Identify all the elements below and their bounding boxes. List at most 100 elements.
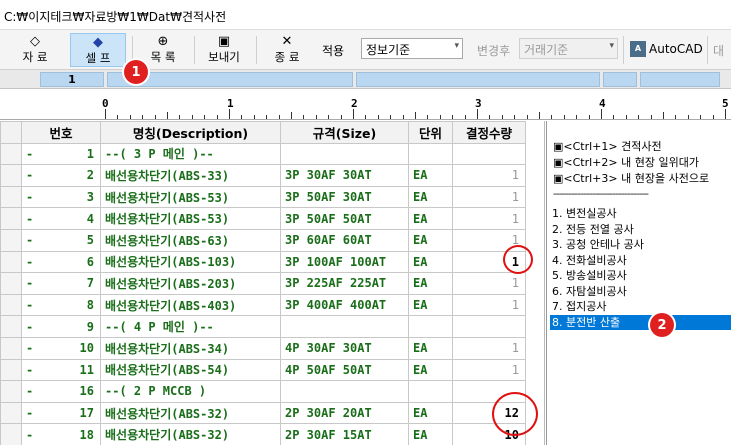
cell-description[interactable]: 배선용차단기(ABS-32) — [100, 401, 281, 425]
cell-quantity[interactable]: 1 — [452, 185, 526, 209]
cell-size[interactable]: 3P 60AF 60AT — [280, 228, 409, 252]
row-selector[interactable] — [0, 207, 22, 230]
table-row[interactable]: -2 배선용차단기(ABS-33) 3P 30AF 30AT EA 1 — [0, 164, 526, 187]
row-selector[interactable] — [0, 423, 22, 445]
apply-select[interactable]: 정보기준 ▾ — [361, 38, 463, 59]
ctrl1-option[interactable]: ▣<Ctrl+1> 견적사전 — [553, 139, 662, 154]
table-row[interactable]: -7 배선용차단기(ABS-203) 3P 225AF 225AT EA 1 — [0, 272, 526, 295]
cell-description[interactable]: 배선용차단기(ABS-32) — [100, 423, 281, 445]
row-marker[interactable]: - 10 — [21, 336, 101, 360]
cell-size[interactable]: 2P 30AF 15AT — [280, 423, 409, 445]
cell-unit[interactable]: EA — [408, 401, 453, 425]
cell-unit[interactable]: EA — [408, 272, 453, 295]
col-header-unit[interactable]: 단위 — [408, 121, 453, 144]
table-row[interactable]: -4 배선용차단기(ABS-53) 3P 50AF 50AT EA 1 — [0, 207, 526, 230]
cell-unit[interactable]: EA — [408, 293, 453, 317]
cell-unit[interactable]: EA — [408, 336, 453, 360]
cell-quantity[interactable]: 1 — [452, 358, 526, 382]
cell-quantity[interactable]: 1 — [452, 164, 526, 187]
cell-size[interactable] — [280, 142, 409, 166]
cell-unit[interactable]: EA — [408, 250, 453, 274]
cell-unit[interactable]: EA — [408, 164, 453, 187]
exit-button[interactable]: ✕ 종 료 — [262, 33, 312, 67]
cell-quantity[interactable]: 1 — [452, 293, 526, 317]
row-marker[interactable]: - 11 — [21, 358, 101, 382]
row-selector[interactable] — [0, 380, 22, 403]
autocad-button[interactable]: A AutoCAD — [630, 38, 703, 59]
row-selector[interactable] — [0, 250, 22, 274]
cell-quantity[interactable] — [452, 315, 526, 338]
ctrl2-option[interactable]: ▣<Ctrl+2> 내 현장 일위대가 — [553, 155, 699, 170]
row-marker[interactable]: -7 — [21, 272, 101, 295]
cell-quantity[interactable]: 1 — [452, 272, 526, 295]
cell-description[interactable]: --( 2 P MCCB ) — [100, 380, 281, 403]
table-row[interactable]: -3 배선용차단기(ABS-53) 3P 50AF 30AT EA 1 — [0, 185, 526, 209]
row-selector[interactable] — [0, 228, 22, 252]
category-list-item[interactable]: 7. 접지공사 — [550, 299, 731, 315]
list-button[interactable]: ⊕ 목 록 — [136, 33, 190, 67]
cell-size[interactable] — [280, 380, 409, 403]
cell-size[interactable]: 3P 100AF 100AT — [280, 250, 409, 274]
cell-unit[interactable] — [408, 380, 453, 403]
table-row[interactable]: -1 --( 3 P 메인 )-- — [0, 142, 526, 166]
row-marker[interactable]: -2 — [21, 164, 101, 187]
col-header-quantity[interactable]: 결정수량 — [452, 121, 526, 144]
cell-quantity[interactable] — [452, 142, 526, 166]
row-marker[interactable]: -3 — [21, 185, 101, 209]
category-list-item[interactable]: 8. 분전반 산출 — [550, 314, 731, 330]
cell-size[interactable]: 4P 30AF 30AT — [280, 336, 409, 360]
cell-size[interactable]: 3P 50AF 30AT — [280, 185, 409, 209]
table-row[interactable]: - 10 배선용차단기(ABS-34) 4P 30AF 30AT EA 1 — [0, 336, 526, 360]
category-list-item[interactable]: 4. 전화설비공사 — [550, 253, 731, 269]
band-cell[interactable] — [640, 72, 720, 87]
cell-quantity[interactable]: 1 — [452, 336, 526, 360]
col-header-number[interactable]: 번호 — [21, 121, 101, 144]
row-marker[interactable]: - 16 — [21, 380, 101, 403]
row-selector[interactable] — [0, 142, 22, 166]
cell-size[interactable]: 3P 400AF 400AT — [280, 293, 409, 317]
row-selector[interactable] — [0, 293, 22, 317]
row-marker[interactable]: -9 — [21, 315, 101, 338]
cell-size[interactable]: 2P 30AF 20AT — [280, 401, 409, 425]
cell-unit[interactable] — [408, 315, 453, 338]
cell-description[interactable]: 배선용차단기(ABS-33) — [100, 164, 281, 187]
cell-description[interactable]: 배선용차단기(ABS-34) — [100, 336, 281, 360]
table-row[interactable]: - 16 --( 2 P MCCB ) — [0, 380, 526, 403]
category-list-item[interactable]: 6. 자탐설비공사 — [550, 284, 731, 300]
cell-description[interactable]: 배선용차단기(ABS-63) — [100, 228, 281, 252]
cell-button[interactable]: ◆ 셀 프 — [70, 33, 126, 67]
band-cell[interactable] — [603, 72, 637, 87]
cell-description[interactable]: --( 4 P 메인 )-- — [100, 315, 281, 338]
cell-size[interactable]: 3P 225AF 225AT — [280, 272, 409, 295]
col-header-description[interactable]: 명칭(Description) — [100, 121, 281, 144]
cell-description[interactable]: 배선용차단기(ABS-203) — [100, 272, 281, 295]
after-change-select[interactable]: 거래기준 ▾ — [519, 38, 618, 59]
table-row[interactable]: -8 배선용차단기(ABS-403) 3P 400AF 400AT EA 1 — [0, 293, 526, 317]
band-cell[interactable]: 1 — [40, 72, 104, 87]
row-marker[interactable]: -6 — [21, 250, 101, 274]
row-selector[interactable] — [0, 272, 22, 295]
category-list-item[interactable]: 1. 변전실공사 — [550, 206, 731, 222]
cell-description[interactable]: 배선용차단기(ABS-53) — [100, 185, 281, 209]
table-row[interactable]: -9 --( 4 P 메인 )-- — [0, 315, 526, 338]
row-selector[interactable] — [0, 401, 22, 425]
cell-description[interactable]: 배선용차단기(ABS-53) — [100, 207, 281, 230]
cell-size[interactable]: 3P 50AF 50AT — [280, 207, 409, 230]
data-button[interactable]: ◇ 자 료 — [8, 33, 62, 67]
row-marker[interactable]: -1 — [21, 142, 101, 166]
cell-unit[interactable]: EA — [408, 423, 453, 445]
row-marker[interactable]: - 18 — [21, 423, 101, 445]
table-row[interactable]: - 11 배선용차단기(ABS-54) 4P 50AF 50AT EA 1 — [0, 358, 526, 382]
row-marker[interactable]: -5 — [21, 228, 101, 252]
row-marker[interactable]: - 17 — [21, 401, 101, 425]
band-cell[interactable] — [356, 72, 600, 87]
cell-unit[interactable] — [408, 142, 453, 166]
row-marker[interactable]: -4 — [21, 207, 101, 230]
category-list-item[interactable]: 2. 전등 전열 공사 — [550, 222, 731, 238]
cell-unit[interactable]: EA — [408, 185, 453, 209]
cell-unit[interactable]: EA — [408, 358, 453, 382]
row-selector[interactable] — [0, 164, 22, 187]
category-list-item[interactable]: 5. 방송설비공사 — [550, 268, 731, 284]
ctrl3-option[interactable]: ▣<Ctrl+3> 내 현장을 사전으로 — [553, 171, 709, 186]
table-row[interactable]: -17 배선용차단기(ABS-32) 2P 30AF 20AT EA 12 — [0, 401, 526, 425]
